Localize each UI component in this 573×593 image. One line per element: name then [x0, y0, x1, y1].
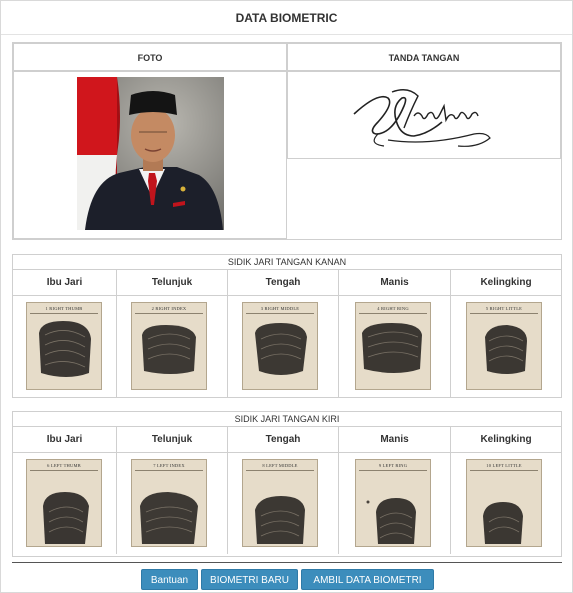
foto-header: FOTO: [13, 43, 287, 71]
fingerprint-label: 9 LEFT RING: [378, 463, 408, 468]
ambil-data-biometri-button[interactable]: AMBIL DATA BIOMETRI: [301, 569, 434, 590]
fingerprint-label: 8 LEFT MIDDLE: [262, 463, 298, 468]
fingerprint-image: [362, 323, 422, 373]
fingerprint-card: 5 RIGHT LITTLE: [466, 302, 542, 390]
fingerprint-cell: 4 RIGHT RING: [339, 296, 451, 397]
header-ibu-jari: Ibu Jari: [13, 427, 117, 453]
profile-photo: [77, 77, 224, 230]
fingerprint-rule: [135, 313, 203, 314]
fingerprint-card: 6 LEFT THUMB: [26, 459, 102, 547]
fingerprint-rule: [470, 313, 538, 314]
fingerprint-image: [366, 498, 416, 544]
fingerprint-cell: 8 LEFT MIDDLE: [228, 453, 339, 554]
photo-cell: [13, 71, 287, 239]
panel-title: DATA BIOMETRIC: [1, 1, 572, 35]
fingerprint-card: 3 RIGHT MIDDLE: [242, 302, 318, 390]
fingerprint-image: [483, 502, 523, 544]
fingerprint-image: [43, 492, 89, 544]
left-hand-title: SIDIK JARI TANGAN KIRI: [13, 412, 561, 427]
fingerprint-cell: 10 LEFT LITTLE: [451, 453, 561, 554]
header-tengah: Tengah: [228, 270, 339, 296]
fingerprint-label: 2 RIGHT INDEX: [151, 306, 187, 311]
fingerprint-label: 3 RIGHT MIDDLE: [260, 306, 300, 311]
header-telunjuk: Telunjuk: [117, 427, 228, 453]
fingerprint-card: 4 RIGHT RING: [355, 302, 431, 390]
fingerprint-cell: 3 RIGHT MIDDLE: [228, 296, 339, 397]
bantuan-button[interactable]: Bantuan: [141, 569, 198, 590]
signature-image: [353, 89, 491, 147]
fingerprint-image: [142, 325, 196, 374]
fingerprint-label: 7 LEFT INDEX: [153, 463, 185, 468]
fingerprint-card: 9 LEFT RING: [355, 459, 431, 547]
fingerprint-rule: [359, 313, 427, 314]
fingerprint-image: [39, 321, 91, 377]
header-kelingking: Kelingking: [451, 270, 561, 296]
fingerprint-card: 10 LEFT LITTLE: [466, 459, 542, 547]
fingerprint-image: [255, 323, 307, 375]
fingerprint-cell: 9 LEFT RING: [339, 453, 451, 554]
fingerprint-cell: 2 RIGHT INDEX: [117, 296, 228, 397]
fingerprint-rule: [246, 313, 314, 314]
fingerprint-cell: 1 RIGHT THUMB: [13, 296, 117, 397]
fingerprint-label: 5 RIGHT LITTLE: [485, 306, 523, 311]
fingerprint-label: 4 RIGHT RING: [377, 306, 409, 311]
fingerprint-label: 1 RIGHT THUMB: [45, 306, 83, 311]
fingerprint-rule: [30, 470, 98, 471]
fingerprint-rule: [359, 470, 427, 471]
header-telunjuk: Telunjuk: [117, 270, 228, 296]
signature-cell: [287, 71, 561, 159]
fingerprint-image: [140, 492, 198, 544]
fingerprint-rule: [135, 470, 203, 471]
fingerprint-rule: [470, 470, 538, 471]
photo-signature-table: FOTO TANDA TANGAN: [12, 42, 562, 240]
fingerprint-image: [255, 496, 305, 544]
header-tengah: Tengah: [228, 427, 339, 453]
fingerprint-card: 8 LEFT MIDDLE: [242, 459, 318, 547]
signature-header: TANDA TANGAN: [287, 43, 561, 71]
fingerprint-card: 1 RIGHT THUMB: [26, 302, 102, 390]
button-divider: [12, 562, 562, 563]
fingerprint-label: 10 LEFT LITTLE: [486, 463, 522, 468]
right-hand-fingerprints: SIDIK JARI TANGAN KANAN Ibu Jari Telunju…: [12, 254, 562, 398]
left-hand-fingerprints: SIDIK JARI TANGAN KIRI Ibu Jari Telunjuk…: [12, 411, 562, 557]
fingerprint-card: 7 LEFT INDEX: [131, 459, 207, 547]
biometri-baru-button[interactable]: BIOMETRI BARU: [201, 569, 298, 590]
fingerprint-cell: 6 LEFT THUMB: [13, 453, 117, 554]
header-manis: Manis: [339, 270, 451, 296]
header-manis: Manis: [339, 427, 451, 453]
fingerprint-rule: [30, 313, 98, 314]
header-kelingking: Kelingking: [451, 427, 561, 453]
right-hand-title: SIDIK JARI TANGAN KANAN: [13, 255, 561, 270]
fingerprint-rule: [246, 470, 314, 471]
biometric-panel: DATA BIOMETRIC FOTO TANDA TANGAN SIDIK J…: [0, 0, 573, 593]
header-ibu-jari: Ibu Jari: [13, 270, 117, 296]
fingerprint-label: 6 LEFT THUMB: [47, 463, 81, 468]
fingerprint-cell: 7 LEFT INDEX: [117, 453, 228, 554]
fingerprint-card: 2 RIGHT INDEX: [131, 302, 207, 390]
fingerprint-image: [485, 325, 527, 374]
fingerprint-cell: 5 RIGHT LITTLE: [451, 296, 561, 397]
